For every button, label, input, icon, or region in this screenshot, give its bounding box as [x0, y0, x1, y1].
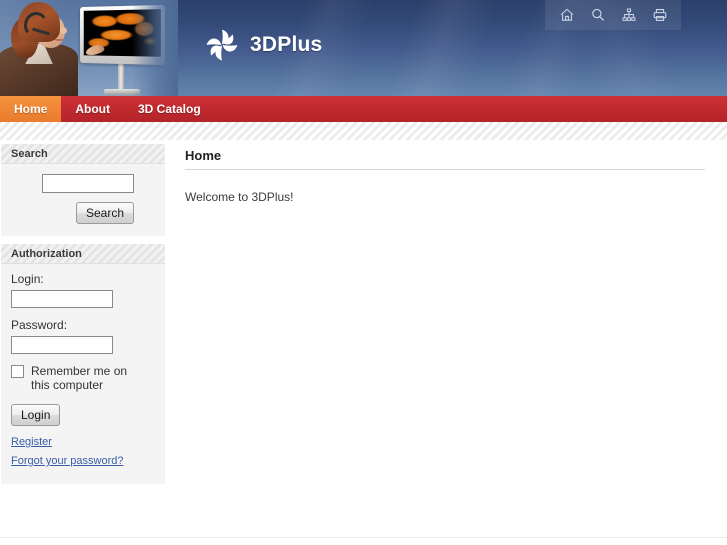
page-root: 3DPlus Home About 3D Catalog Search Sear… [0, 0, 727, 545]
login-button[interactable]: Login [11, 404, 61, 426]
search-panel-title: Search [11, 147, 48, 160]
authorization-panel: Authorization Login: Password: Remember … [1, 244, 165, 484]
nav-item-about-label: About [75, 102, 110, 116]
main-content: Home Welcome to 3DPlus! [185, 148, 705, 204]
password-input[interactable] [11, 336, 113, 354]
nav-item-3d-catalog-label: 3D Catalog [138, 102, 201, 116]
main-navigation: Home About 3D Catalog [0, 96, 727, 122]
register-link[interactable]: Register [11, 436, 155, 448]
print-icon[interactable] [644, 0, 675, 30]
login-label: Login: [11, 272, 44, 286]
site-header: 3DPlus [0, 0, 727, 96]
operator-photo-icon [0, 0, 86, 96]
password-label: Password: [11, 318, 68, 332]
nav-item-3d-catalog[interactable]: 3D Catalog [124, 96, 215, 122]
home-icon[interactable] [551, 0, 582, 30]
sidebar: Search Search Authorization Login: Passw… [1, 144, 165, 492]
brand-name: 3DPlus [250, 33, 323, 56]
nav-item-home[interactable]: Home [0, 96, 62, 122]
search-panel: Search Search [1, 144, 165, 236]
swirl-logo-icon [203, 26, 241, 64]
remember-me-checkbox[interactable] [11, 365, 24, 378]
search-panel-body: Search [1, 164, 165, 236]
authorization-panel-body: Login: Password: Remember me on this com… [1, 264, 165, 484]
forgot-password-link[interactable]: Forgot your password? [11, 455, 155, 467]
page-bottom-divider [0, 537, 727, 538]
remember-me-row[interactable]: Remember me on this computer [11, 364, 155, 392]
page-title: Home [185, 148, 222, 163]
search-icon[interactable] [582, 0, 613, 30]
search-panel-header: Search [1, 144, 165, 164]
search-input[interactable] [42, 174, 134, 193]
authorization-panel-header: Authorization [1, 244, 165, 264]
header-icon-bar [545, 0, 681, 30]
search-button[interactable]: Search [75, 202, 134, 224]
nav-item-home-label: Home [14, 102, 48, 116]
welcome-text: Welcome to 3DPlus! [185, 190, 294, 204]
nav-item-about[interactable]: About [61, 96, 124, 122]
hero-fade [132, 0, 178, 96]
page-body: Search Search Authorization Login: Passw… [0, 140, 727, 545]
authorization-panel-title: Authorization [11, 247, 82, 260]
sitemap-icon[interactable] [613, 0, 644, 30]
login-input[interactable] [11, 290, 113, 308]
brand-logo[interactable]: 3DPlus [203, 26, 322, 64]
remember-me-label: Remember me on this computer [31, 364, 128, 392]
title-divider [185, 169, 705, 170]
nav-stripe-divider [0, 122, 727, 140]
hero-photo [0, 0, 178, 96]
